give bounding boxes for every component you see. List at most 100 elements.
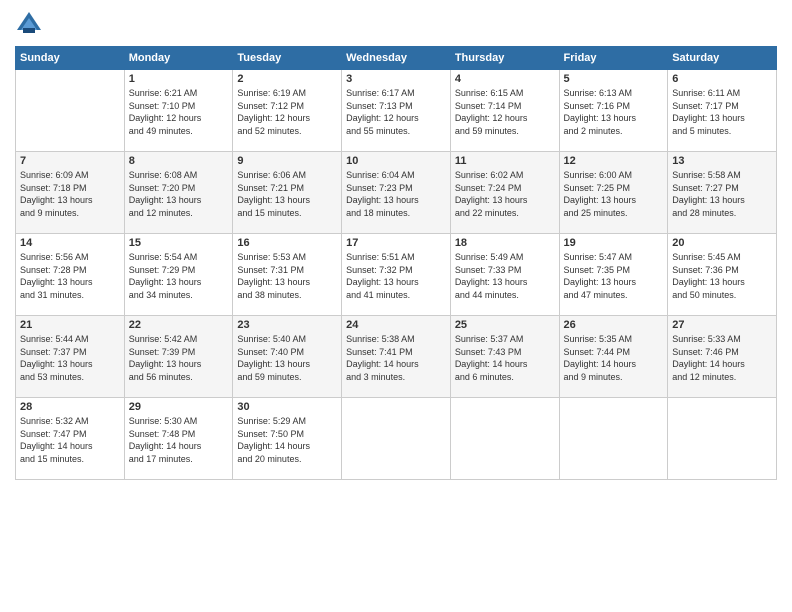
day-info: Sunrise: 5:56 AM Sunset: 7:28 PM Dayligh… — [20, 251, 120, 301]
calendar-cell: 4 Sunrise: 6:15 AM Sunset: 7:14 PM Daylig… — [450, 70, 559, 152]
calendar-cell: 13 Sunrise: 5:58 AM Sunset: 7:27 PM Dayli… — [668, 152, 777, 234]
day-info: Sunrise: 6:21 AM Sunset: 7:10 PM Dayligh… — [129, 87, 229, 137]
day-info: Sunrise: 5:32 AM Sunset: 7:47 PM Dayligh… — [20, 415, 120, 465]
day-number: 7 — [20, 155, 120, 167]
day-info: Sunrise: 6:11 AM Sunset: 7:17 PM Dayligh… — [672, 87, 772, 137]
calendar-cell: 28 Sunrise: 5:32 AM Sunset: 7:47 PM Dayli… — [16, 398, 125, 480]
day-info: Sunrise: 5:38 AM Sunset: 7:41 PM Dayligh… — [346, 333, 446, 383]
day-number: 8 — [129, 155, 229, 167]
day-info: Sunrise: 6:06 AM Sunset: 7:21 PM Dayligh… — [237, 169, 337, 219]
day-number: 25 — [455, 319, 555, 331]
day-info: Sunrise: 5:44 AM Sunset: 7:37 PM Dayligh… — [20, 333, 120, 383]
day-number: 11 — [455, 155, 555, 167]
day-info: Sunrise: 5:37 AM Sunset: 7:43 PM Dayligh… — [455, 333, 555, 383]
calendar-cell: 2 Sunrise: 6:19 AM Sunset: 7:12 PM Daylig… — [233, 70, 342, 152]
calendar-cell: 15 Sunrise: 5:54 AM Sunset: 7:29 PM Dayli… — [124, 234, 233, 316]
day-info: Sunrise: 5:35 AM Sunset: 7:44 PM Dayligh… — [564, 333, 664, 383]
day-number: 22 — [129, 319, 229, 331]
day-number: 3 — [346, 73, 446, 85]
day-info: Sunrise: 6:02 AM Sunset: 7:24 PM Dayligh… — [455, 169, 555, 219]
day-info: Sunrise: 5:54 AM Sunset: 7:29 PM Dayligh… — [129, 251, 229, 301]
day-number: 24 — [346, 319, 446, 331]
calendar-cell: 7Sunrise: 6:09 AM Sunset: 7:18 PM Daylig… — [16, 152, 125, 234]
day-number: 2 — [237, 73, 337, 85]
calendar-cell: 1 Sunrise: 6:21 AM Sunset: 7:10 PM Daylig… — [124, 70, 233, 152]
header-cell-sunday: Sunday — [16, 47, 125, 70]
calendar-week-5: 28 Sunrise: 5:32 AM Sunset: 7:47 PM Dayli… — [16, 398, 777, 480]
calendar-cell: 21 Sunrise: 5:44 AM Sunset: 7:37 PM Dayli… — [16, 316, 125, 398]
header — [15, 10, 777, 38]
day-info: Sunrise: 6:13 AM Sunset: 7:16 PM Dayligh… — [564, 87, 664, 137]
day-number: 18 — [455, 237, 555, 249]
day-number: 15 — [129, 237, 229, 249]
header-cell-thursday: Thursday — [450, 47, 559, 70]
day-info: Sunrise: 6:15 AM Sunset: 7:14 PM Dayligh… — [455, 87, 555, 137]
calendar-week-3: 14 Sunrise: 5:56 AM Sunset: 7:28 PM Dayli… — [16, 234, 777, 316]
calendar-cell: 5Sunrise: 6:13 AM Sunset: 7:16 PM Daylig… — [559, 70, 668, 152]
logo — [15, 10, 47, 38]
calendar-cell: 29Sunrise: 5:30 AM Sunset: 7:48 PM Dayli… — [124, 398, 233, 480]
header-cell-monday: Monday — [124, 47, 233, 70]
day-number: 4 — [455, 73, 555, 85]
calendar-cell: 20 Sunrise: 5:45 AM Sunset: 7:36 PM Dayli… — [668, 234, 777, 316]
calendar-cell: 16Sunrise: 5:53 AM Sunset: 7:31 PM Dayli… — [233, 234, 342, 316]
calendar-body: 1 Sunrise: 6:21 AM Sunset: 7:10 PM Daylig… — [16, 70, 777, 480]
calendar-cell: 3 Sunrise: 6:17 AM Sunset: 7:13 PM Daylig… — [342, 70, 451, 152]
day-number: 12 — [564, 155, 664, 167]
day-number: 14 — [20, 237, 120, 249]
header-cell-tuesday: Tuesday — [233, 47, 342, 70]
day-info: Sunrise: 5:47 AM Sunset: 7:35 PM Dayligh… — [564, 251, 664, 301]
day-number: 27 — [672, 319, 772, 331]
calendar-week-2: 7Sunrise: 6:09 AM Sunset: 7:18 PM Daylig… — [16, 152, 777, 234]
calendar-cell — [668, 398, 777, 480]
day-number: 23 — [237, 319, 337, 331]
day-info: Sunrise: 6:08 AM Sunset: 7:20 PM Dayligh… — [129, 169, 229, 219]
calendar-cell: 17 Sunrise: 5:51 AM Sunset: 7:32 PM Dayli… — [342, 234, 451, 316]
calendar-cell — [559, 398, 668, 480]
day-number: 19 — [564, 237, 664, 249]
calendar-cell: 12 Sunrise: 6:00 AM Sunset: 7:25 PM Dayli… — [559, 152, 668, 234]
day-info: Sunrise: 5:58 AM Sunset: 7:27 PM Dayligh… — [672, 169, 772, 219]
calendar-week-4: 21 Sunrise: 5:44 AM Sunset: 7:37 PM Dayli… — [16, 316, 777, 398]
calendar-cell: 23 Sunrise: 5:40 AM Sunset: 7:40 PM Dayli… — [233, 316, 342, 398]
logo-icon — [15, 10, 43, 38]
calendar-cell — [342, 398, 451, 480]
day-info: Sunrise: 6:17 AM Sunset: 7:13 PM Dayligh… — [346, 87, 446, 137]
day-info: Sunrise: 6:19 AM Sunset: 7:12 PM Dayligh… — [237, 87, 337, 137]
day-info: Sunrise: 5:42 AM Sunset: 7:39 PM Dayligh… — [129, 333, 229, 383]
calendar-cell: 8 Sunrise: 6:08 AM Sunset: 7:20 PM Daylig… — [124, 152, 233, 234]
calendar-cell: 27 Sunrise: 5:33 AM Sunset: 7:46 PM Dayli… — [668, 316, 777, 398]
calendar-table: SundayMondayTuesdayWednesdayThursdayFrid… — [15, 46, 777, 480]
day-number: 21 — [20, 319, 120, 331]
day-info: Sunrise: 5:40 AM Sunset: 7:40 PM Dayligh… — [237, 333, 337, 383]
calendar-header: SundayMondayTuesdayWednesdayThursdayFrid… — [16, 47, 777, 70]
day-number: 20 — [672, 237, 772, 249]
day-number: 1 — [129, 73, 229, 85]
header-cell-friday: Friday — [559, 47, 668, 70]
day-info: Sunrise: 5:45 AM Sunset: 7:36 PM Dayligh… — [672, 251, 772, 301]
calendar-cell: 18Sunrise: 5:49 AM Sunset: 7:33 PM Dayli… — [450, 234, 559, 316]
day-info: Sunrise: 5:29 AM Sunset: 7:50 PM Dayligh… — [237, 415, 337, 465]
calendar-cell: 14 Sunrise: 5:56 AM Sunset: 7:28 PM Dayli… — [16, 234, 125, 316]
day-number: 13 — [672, 155, 772, 167]
calendar-cell — [450, 398, 559, 480]
calendar-cell: 24 Sunrise: 5:38 AM Sunset: 7:41 PM Dayli… — [342, 316, 451, 398]
calendar-week-1: 1 Sunrise: 6:21 AM Sunset: 7:10 PM Daylig… — [16, 70, 777, 152]
calendar-cell: 10Sunrise: 6:04 AM Sunset: 7:23 PM Dayli… — [342, 152, 451, 234]
day-number: 28 — [20, 401, 120, 413]
calendar-cell: 9 Sunrise: 6:06 AM Sunset: 7:21 PM Daylig… — [233, 152, 342, 234]
day-number: 9 — [237, 155, 337, 167]
page: SundayMondayTuesdayWednesdayThursdayFrid… — [0, 0, 792, 612]
calendar-cell: 22 Sunrise: 5:42 AM Sunset: 7:39 PM Dayli… — [124, 316, 233, 398]
header-cell-saturday: Saturday — [668, 47, 777, 70]
calendar-cell: 30 Sunrise: 5:29 AM Sunset: 7:50 PM Dayli… — [233, 398, 342, 480]
day-number: 26 — [564, 319, 664, 331]
day-info: Sunrise: 5:30 AM Sunset: 7:48 PM Dayligh… — [129, 415, 229, 465]
header-cell-wednesday: Wednesday — [342, 47, 451, 70]
day-number: 17 — [346, 237, 446, 249]
day-info: Sunrise: 5:51 AM Sunset: 7:32 PM Dayligh… — [346, 251, 446, 301]
day-info: Sunrise: 5:33 AM Sunset: 7:46 PM Dayligh… — [672, 333, 772, 383]
day-number: 30 — [237, 401, 337, 413]
day-info: Sunrise: 6:04 AM Sunset: 7:23 PM Dayligh… — [346, 169, 446, 219]
day-info: Sunrise: 6:00 AM Sunset: 7:25 PM Dayligh… — [564, 169, 664, 219]
